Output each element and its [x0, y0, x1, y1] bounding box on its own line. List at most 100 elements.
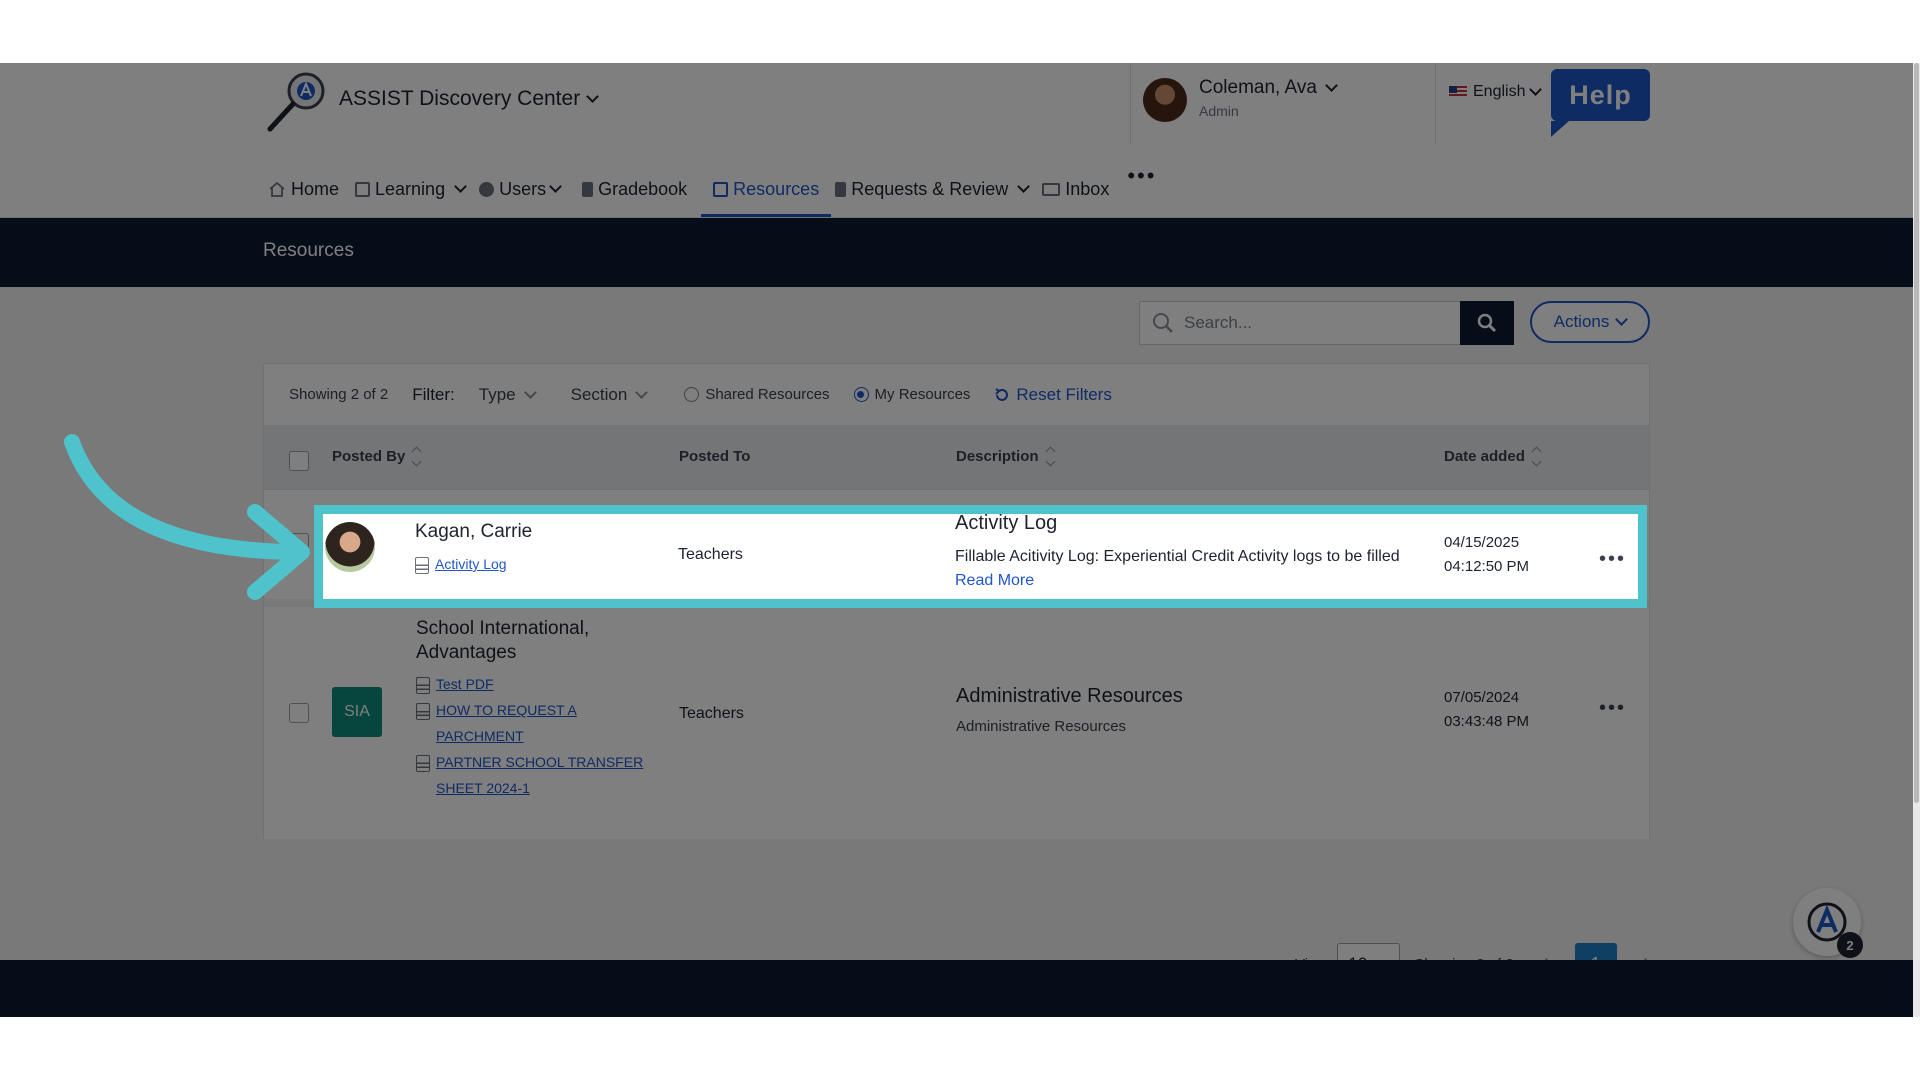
page-title-bar: Resources: [0, 218, 1913, 287]
sia-avatar: SIA: [332, 687, 382, 737]
gradebook-icon: [582, 181, 594, 197]
document-icon: [416, 677, 430, 694]
date-added: 04/15/2025: [1444, 534, 1520, 551]
sort-icon: [1045, 446, 1055, 467]
page-title: Resources: [263, 240, 354, 261]
posted-by-avatar: [325, 522, 375, 572]
my-resources-radio[interactable]: My Resources: [853, 386, 970, 403]
table-row: SIA School International, Advantages Tes…: [264, 599, 1649, 839]
posted-by-label: Posted By: [332, 448, 406, 465]
nav-home[interactable]: Home: [264, 167, 343, 211]
inbox-icon: [1042, 182, 1061, 196]
read-more-link[interactable]: Read More: [955, 572, 1034, 590]
reset-filters-button[interactable]: Reset Filters: [994, 384, 1112, 405]
attachment-link-label: PARTNER SCHOOL TRANSFER SHEET 2024-1: [436, 754, 644, 796]
nav-gradebook[interactable]: Gradebook: [578, 167, 691, 211]
learning-icon: [355, 181, 371, 197]
chevron-down-icon: [1615, 313, 1629, 326]
row-checkbox[interactable]: [289, 703, 309, 723]
table-header: Posted By Posted To Description Date add…: [264, 425, 1649, 489]
section-filter-dropdown[interactable]: Section: [570, 384, 649, 405]
nav-users[interactable]: Users: [475, 167, 564, 211]
shared-resources-radio[interactable]: Shared Resources: [684, 386, 830, 403]
nav-more-button[interactable]: •••: [1127, 163, 1156, 189]
nav-inbox[interactable]: Inbox: [1038, 167, 1113, 211]
chevron-down-icon: [1529, 83, 1543, 96]
posted-to-label: Posted To: [679, 448, 751, 465]
chat-launcher-button[interactable]: 2: [1793, 888, 1863, 958]
filter-label: Filter:: [412, 384, 455, 404]
user-name-dropdown[interactable]: Coleman, Ava: [1199, 77, 1338, 99]
time-added: 04:12:50 PM: [1444, 558, 1530, 575]
pointer-arrow-icon: [64, 434, 310, 600]
date-added-label: Date added: [1444, 448, 1525, 465]
attachment-link[interactable]: HOW TO REQUEST A PARCHMENT: [416, 697, 651, 749]
section-filter-label: Section: [570, 384, 628, 404]
attachment-link-label: Activity Log: [435, 556, 507, 572]
posted-by-header[interactable]: Posted By: [332, 446, 422, 467]
chevron-down-icon: [454, 180, 467, 193]
top-header: ASSIST Discovery Center Coleman, Ava Adm…: [0, 63, 1913, 218]
app-title: ASSIST Discovery Center: [339, 87, 581, 110]
attachment-link[interactable]: Test PDF: [416, 671, 651, 697]
resource-title: Administrative Resources: [956, 685, 1183, 707]
nav-gradebook-label: Gradebook: [598, 178, 688, 199]
nav-home-label: Home: [291, 178, 340, 199]
document-icon: [416, 755, 430, 772]
nav-resources-label: Resources: [733, 178, 820, 199]
attachment-link-label: Test PDF: [436, 676, 494, 692]
highlighted-table-row[interactable]: Kagan, Carrie Activity Log Teachers Acti…: [314, 505, 1647, 608]
users-icon: [479, 181, 495, 197]
description-header[interactable]: Description: [956, 446, 1055, 467]
page-scrollbar[interactable]: [1913, 63, 1920, 1017]
row-more-button[interactable]: •••: [1599, 548, 1626, 571]
magnifier-logo-icon: [267, 72, 325, 132]
home-icon: [269, 181, 285, 197]
search-field[interactable]: [1139, 301, 1460, 345]
chevron-down-icon: [549, 180, 562, 193]
type-filter-dropdown[interactable]: Type: [478, 384, 537, 405]
actions-dropdown-button[interactable]: Actions: [1530, 301, 1650, 343]
time-added: 03:43:48 PM: [1444, 713, 1530, 730]
shared-resources-label: Shared Resources: [705, 386, 830, 403]
reset-icon: [995, 387, 1009, 401]
posted-by-name: School International, Advantages: [416, 618, 590, 663]
language-selector[interactable]: English: [1449, 83, 1543, 101]
resource-description: Fillable Acitivity Log: Experiential Cre…: [955, 548, 1400, 565]
reset-filters-label: Reset Filters: [1016, 384, 1112, 404]
results-count: Showing 2 of 2: [289, 386, 389, 403]
document-icon: [415, 557, 429, 574]
chevron-down-icon: [1017, 180, 1031, 193]
attachment-link[interactable]: PARTNER SCHOOL TRANSFER SHEET 2024-1: [416, 749, 651, 801]
type-filter-label: Type: [478, 384, 516, 404]
nav-inbox-label: Inbox: [1065, 178, 1110, 199]
nav-resources[interactable]: Resources: [701, 167, 832, 217]
nav-requests-review[interactable]: Requests & Review: [831, 167, 1032, 211]
date-added-header[interactable]: Date added: [1444, 446, 1542, 467]
chevron-down-icon: [1325, 79, 1338, 92]
help-button[interactable]: Help: [1551, 69, 1650, 137]
posted-to-header: Posted To: [679, 448, 750, 465]
row-more-button[interactable]: •••: [1599, 697, 1626, 720]
sort-icon: [1531, 446, 1542, 467]
footer-bar: [0, 960, 1913, 1017]
user-menu[interactable]: Coleman, Ava Admin: [1130, 63, 1436, 145]
resource-title: Activity Log: [955, 512, 1058, 534]
nav-learning[interactable]: Learning: [351, 167, 469, 211]
nav-users-label: Users: [499, 178, 547, 199]
search-icon: [1477, 313, 1497, 333]
attachment-link[interactable]: Activity Log: [415, 551, 507, 577]
requests-icon: [835, 181, 847, 197]
main-nav: Home Learning Users Gradebook Resources: [264, 163, 1156, 217]
scrollbar-thumb[interactable]: [1914, 63, 1919, 803]
document-icon: [416, 703, 430, 720]
posted-to: Teachers: [679, 705, 744, 722]
app-title-dropdown[interactable]: ASSIST Discovery Center: [339, 87, 600, 111]
search-bar: [1139, 301, 1514, 345]
search-button[interactable]: [1460, 301, 1514, 345]
chevron-down-icon: [586, 90, 600, 103]
date-added: 07/05/2024: [1444, 689, 1520, 706]
resource-description: Administrative Resources: [956, 718, 1127, 735]
user-name: Coleman, Ava: [1199, 77, 1317, 98]
search-input[interactable]: [1184, 313, 1384, 333]
